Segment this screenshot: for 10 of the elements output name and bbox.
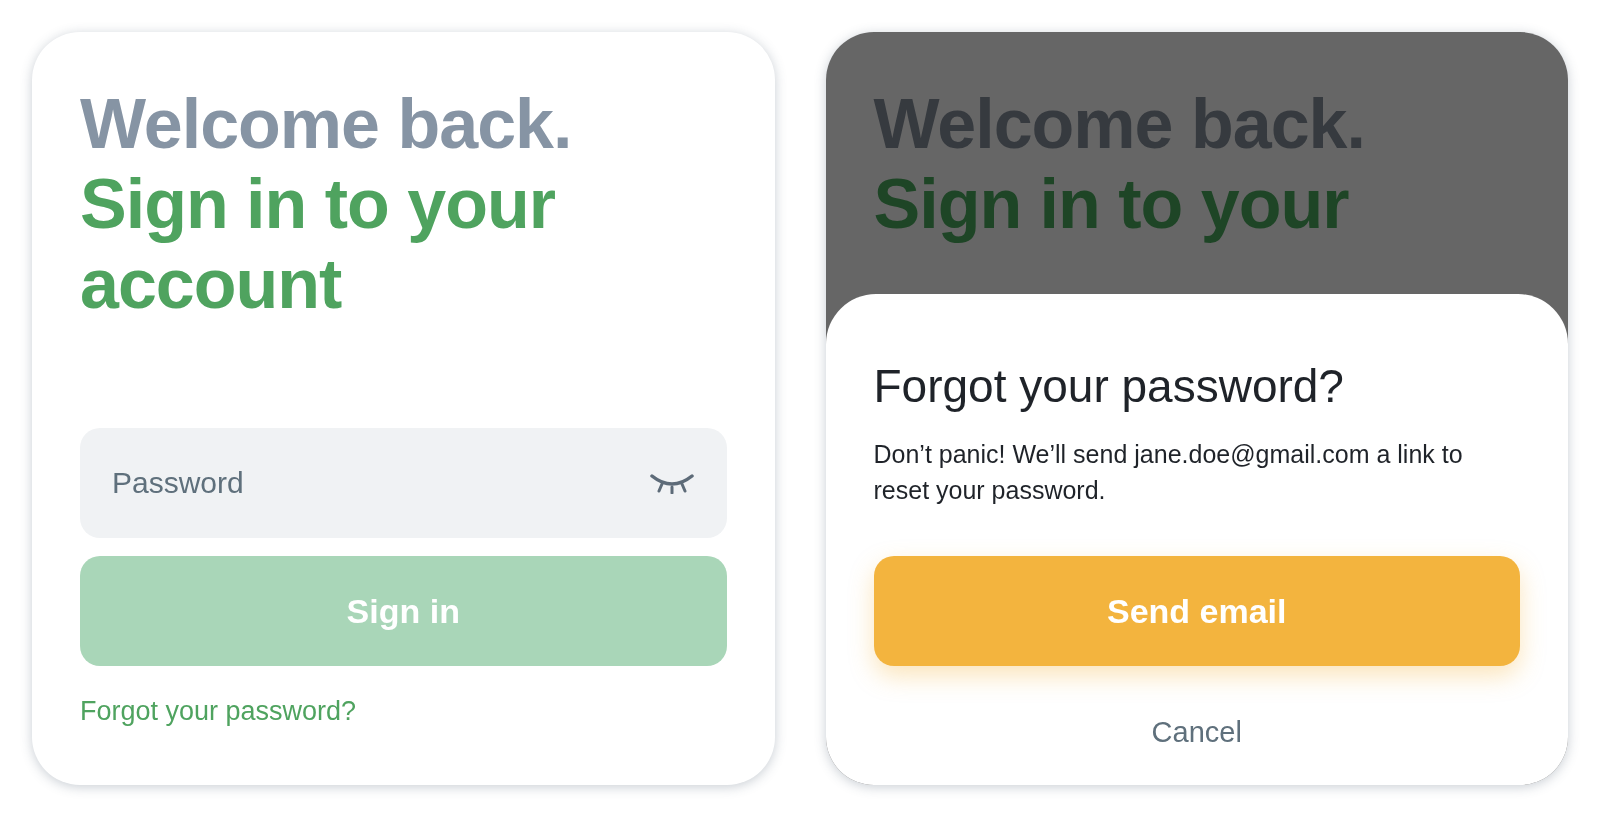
sheet-title: Forgot your password? (873, 359, 1344, 414)
cancel-button[interactable]: Cancel (1143, 712, 1250, 753)
send-email-button[interactable]: Send email (873, 556, 1520, 666)
closed-eye-icon[interactable] (648, 472, 695, 494)
forgot-password-link[interactable]: Forgot your password? (80, 696, 357, 727)
sheet-message: Don’t panic! We’ll send jane.doe@gmail.com a link to reset your password. (873, 439, 1464, 506)
password-field[interactable]: Password (80, 428, 727, 538)
sign-in-heading: Sign in to your (873, 164, 1350, 244)
welcome-heading: Welcome back. (80, 84, 572, 164)
sign-in-heading: Sign in to your account (80, 164, 556, 324)
